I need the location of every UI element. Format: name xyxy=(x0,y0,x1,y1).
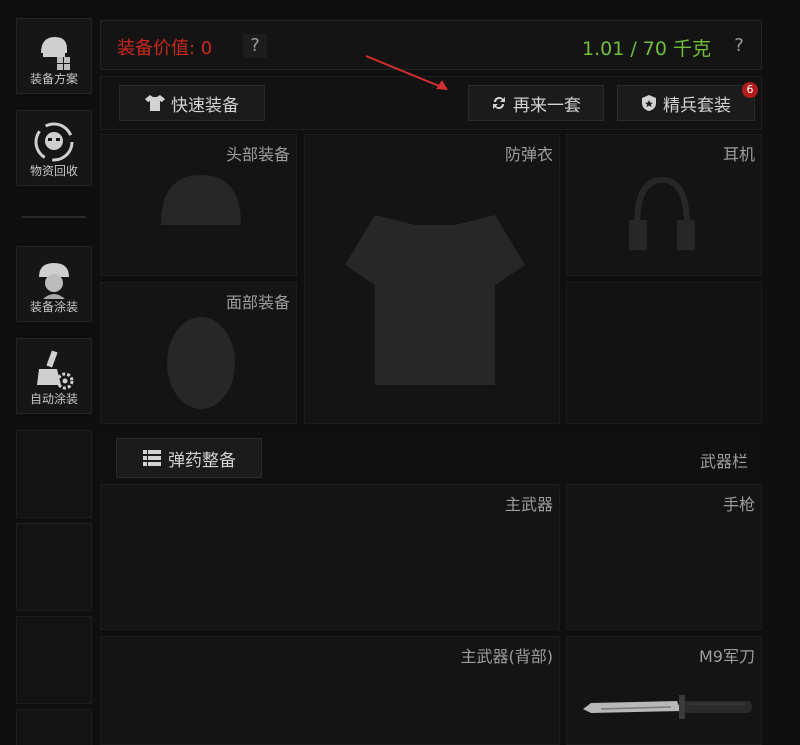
weight-help-button[interactable]: ? xyxy=(727,34,751,58)
sidebar-item-recycle[interactable]: 物资回收 xyxy=(16,110,92,186)
sidebar-divider xyxy=(22,216,86,218)
quick-equip-button[interactable]: 快速装备 xyxy=(119,85,265,121)
weight-readout: 1.01 / 70 千克 xyxy=(581,38,711,60)
sidebar-empty-slot xyxy=(16,616,92,704)
slot-label: 手枪 xyxy=(722,495,755,514)
soldier-helmet-icon xyxy=(39,263,69,299)
reroll-label: 再来一套 xyxy=(513,95,581,116)
slot-head[interactable]: 头部装备 xyxy=(100,134,297,276)
slot-empty xyxy=(566,282,762,424)
slot-label: M9军刀 xyxy=(699,647,755,666)
elite-set-badge: 6 xyxy=(742,82,758,98)
slot-armor[interactable]: 防弹衣 xyxy=(304,134,560,424)
helmet-silhouette-icon xyxy=(161,175,241,225)
sidebar-item-auto-skin[interactable]: 自动涂装 xyxy=(16,338,92,414)
brush-gear-icon xyxy=(37,350,74,390)
sidebar-empty-slot xyxy=(16,430,92,518)
slot-label: 耳机 xyxy=(722,145,755,164)
headset-silhouette-icon xyxy=(629,176,695,250)
reroll-button[interactable]: 再来一套 xyxy=(468,85,604,121)
ammo-icon xyxy=(143,450,161,466)
slot-label: 主武器(背部) xyxy=(460,647,554,666)
weapon-header: 弹药整备 武器栏 xyxy=(100,430,762,490)
slot-label: 头部装备 xyxy=(225,145,290,164)
mask-silhouette-icon xyxy=(167,317,235,409)
recycle-face-icon xyxy=(34,122,74,162)
sidebar-item-equip-plan[interactable]: 装备方案 xyxy=(16,18,92,94)
refresh-icon xyxy=(493,97,505,109)
slot-label: 防弹衣 xyxy=(504,145,553,164)
sidebar-item-skins[interactable]: 装备涂装 xyxy=(16,246,92,322)
shield-icon xyxy=(642,95,656,111)
ammo-refill-label: 弹药整备 xyxy=(168,450,236,471)
sidebar-empty-slot xyxy=(16,523,92,611)
sidebar: 装备方案 物资回收 装备涂装 自动涂装 xyxy=(16,18,94,745)
value-help-button[interactable]: ? xyxy=(243,34,267,58)
slot-primary-weapon[interactable]: 主武器 xyxy=(100,484,560,630)
weapon-bar-label: 武器栏 xyxy=(699,452,748,471)
annotation-arrow xyxy=(365,55,448,90)
knife-icon xyxy=(583,695,752,719)
quick-equip-label: 快速装备 xyxy=(171,95,239,116)
slot-label: 面部装备 xyxy=(225,293,290,312)
sidebar-empty-slot xyxy=(16,709,92,745)
slot-label: 主武器 xyxy=(504,495,553,514)
slot-pistol[interactable]: 手枪 xyxy=(566,484,762,630)
shirt-icon xyxy=(145,95,165,111)
slot-face[interactable]: 面部装备 xyxy=(100,282,297,424)
slot-knife[interactable]: M9军刀 xyxy=(566,636,762,745)
elite-set-button[interactable]: 精兵套装 xyxy=(617,85,755,121)
elite-set-label: 精兵套装 xyxy=(663,95,731,116)
vest-silhouette-icon xyxy=(345,215,525,385)
slot-primary-weapon-back[interactable]: 主武器(背部) xyxy=(100,636,560,745)
helmet-grid-icon xyxy=(41,37,70,70)
slot-headset[interactable]: 耳机 xyxy=(566,134,762,276)
ammo-refill-button[interactable]: 弹药整备 xyxy=(116,438,262,478)
equipment-value: 装备价值: 0 xyxy=(117,38,213,59)
